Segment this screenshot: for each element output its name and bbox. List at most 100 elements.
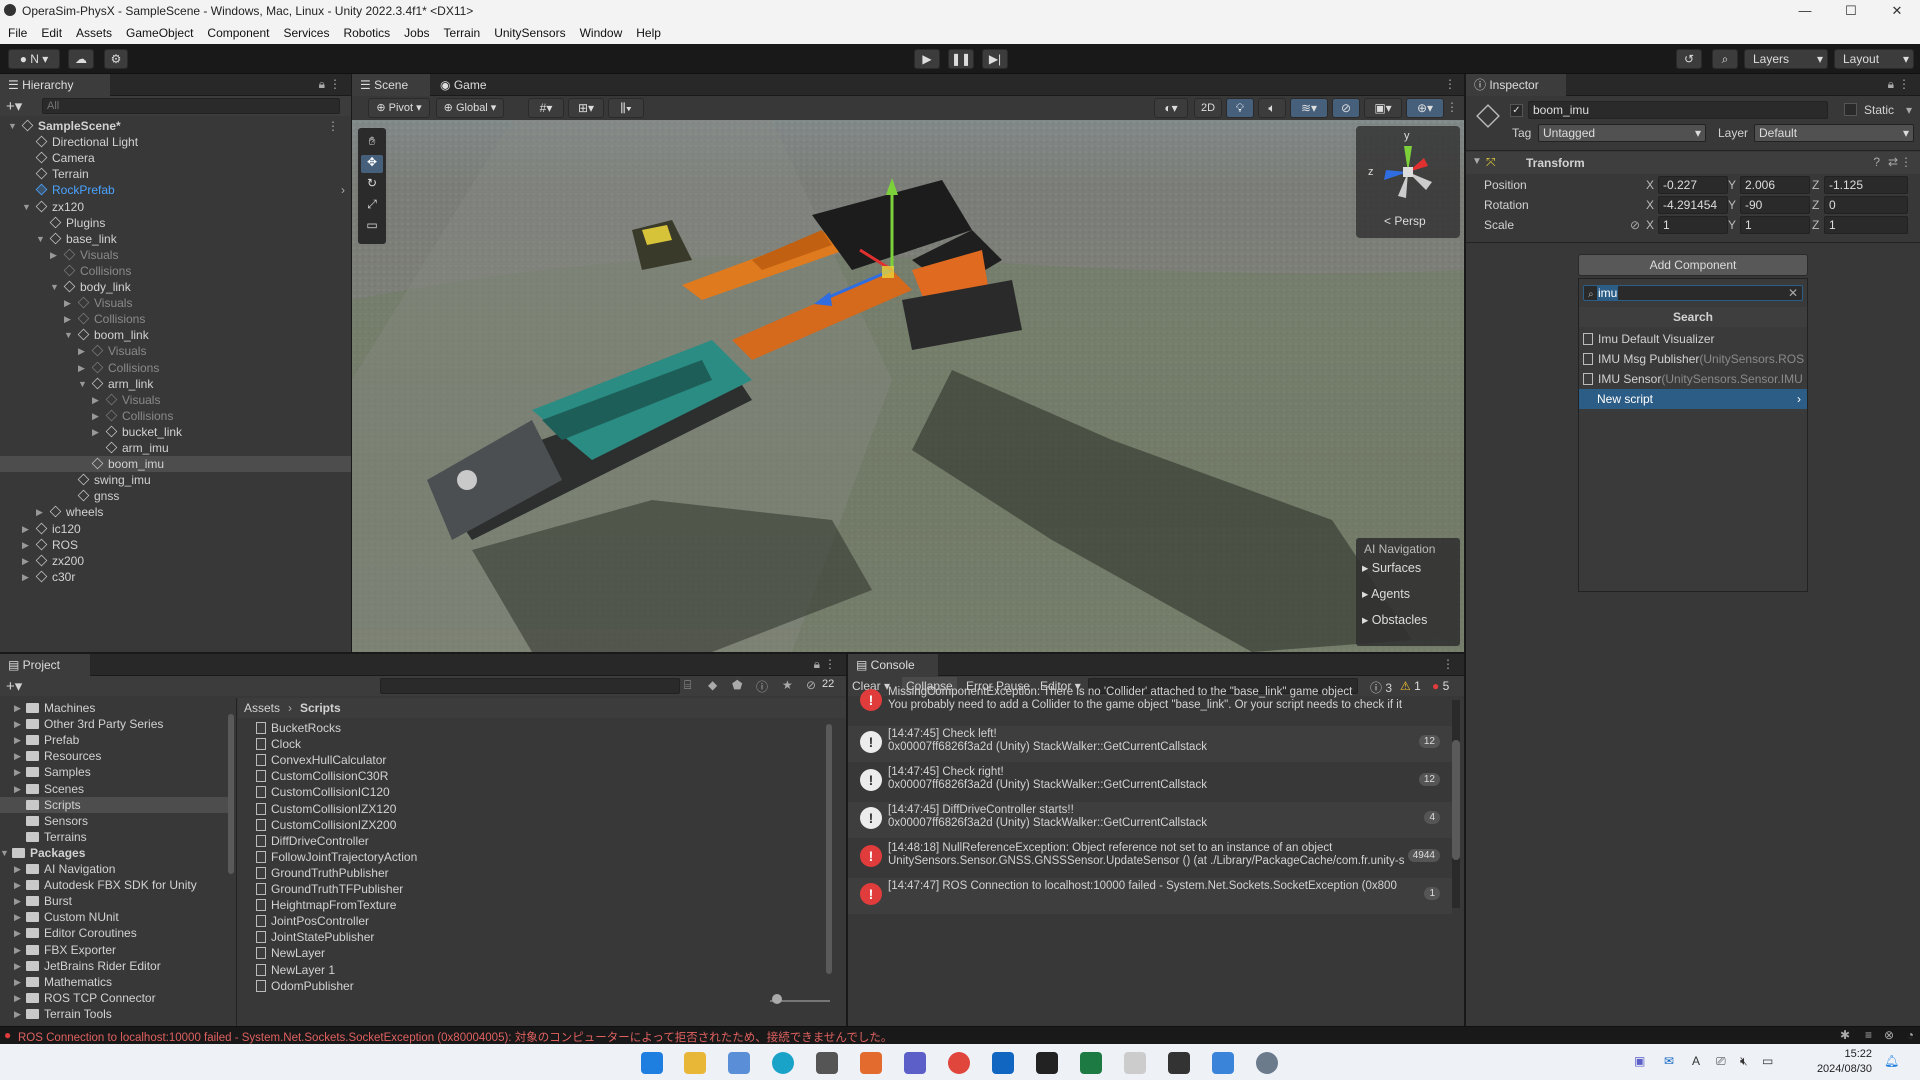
project-folder-item[interactable]: Sensors xyxy=(0,813,234,829)
hierarchy-item[interactable]: arm_imu xyxy=(0,440,351,456)
component-menu-icon[interactable]: ⋮ xyxy=(1900,155,1912,169)
folder-foldout-icon[interactable]: ▶ xyxy=(14,1006,24,1022)
transform-foldout-icon[interactable]: ▼ xyxy=(1472,156,1482,167)
foldout-arrow-icon[interactable]: ▶ xyxy=(64,295,74,311)
script-file-item[interactable]: HeightmapFromTexture xyxy=(256,897,396,913)
scene-viewport[interactable]: ✋︎ ✥ ↻ ⤢ ▭ y z < Persp AI Navigation ▸ S… xyxy=(352,120,1464,652)
folder-foldout-icon[interactable]: ▶ xyxy=(14,893,24,909)
script-file-item[interactable]: DiffDriveController xyxy=(256,833,369,849)
project-folder-item[interactable]: ▶ Resources xyxy=(0,748,234,764)
shading-mode-icon[interactable]: ◐▾ xyxy=(1154,98,1188,118)
folder-foldout-icon[interactable]: ▶ xyxy=(14,942,24,958)
transform-scale-x-field[interactable]: 1 xyxy=(1658,216,1728,234)
persp-label[interactable]: < Persp xyxy=(1384,214,1426,228)
console-log-entry[interactable]: ! [14:47:47] ROS Connection to localhost:… xyxy=(848,878,1452,914)
console-log-entry[interactable]: ! MissingComponentException: There is no … xyxy=(848,684,1452,714)
chevron-right-icon[interactable]: › xyxy=(341,182,345,198)
hierarchy-item[interactable]: Plugins xyxy=(0,215,351,231)
teams-icon[interactable] xyxy=(904,1052,926,1074)
project-folder-item[interactable]: ▶ Editor Coroutines xyxy=(0,925,234,941)
menu-services[interactable]: Services xyxy=(283,26,329,40)
hierarchy-item[interactable]: ▼ zx120 xyxy=(0,199,351,215)
view-gizmo[interactable]: y z < Persp xyxy=(1356,126,1460,238)
battery-icon[interactable]: ▭ xyxy=(1762,1054,1773,1068)
rect-tool-icon[interactable]: ▭ xyxy=(361,218,383,236)
start-icon[interactable] xyxy=(641,1052,663,1074)
folder-foldout-icon[interactable]: ▶ xyxy=(14,974,24,990)
progress-icon[interactable]: ◔ xyxy=(1907,1028,1914,1042)
project-folder-item[interactable]: Scripts xyxy=(0,796,234,813)
hierarchy-item[interactable]: ▶ Visuals xyxy=(0,247,351,263)
rotate-tool-icon[interactable]: ↻ xyxy=(361,176,383,194)
foldout-arrow-icon[interactable]: ▼ xyxy=(36,231,46,247)
2d-toggle[interactable]: 2D xyxy=(1194,98,1222,118)
menu-gameobject[interactable]: GameObject xyxy=(126,26,193,40)
hierarchy-item[interactable]: ▶ Visuals xyxy=(0,295,351,311)
hidden-packages-icon[interactable]: ⊘ xyxy=(806,678,816,692)
layers-dropdown[interactable]: Layers ▾ xyxy=(1744,49,1828,69)
foldout-arrow-icon[interactable]: ▶ xyxy=(36,504,46,520)
tab-console[interactable]: ▤ Console xyxy=(848,654,938,676)
inspector-lock-icon[interactable]: 🔒︎ xyxy=(1888,77,1894,92)
history-icon[interactable]: ↺ xyxy=(1676,49,1702,69)
tab-inspector[interactable]: ⓘ Inspector xyxy=(1466,74,1566,96)
search-by-label-icon[interactable]: ◆ xyxy=(708,678,717,692)
effects-icon[interactable]: ≋▾ xyxy=(1290,98,1328,118)
script-file-item[interactable]: JointPosController xyxy=(256,913,369,929)
ai-nav-obstacles[interactable]: ▸ Obstacles xyxy=(1362,612,1427,627)
static-checkbox[interactable] xyxy=(1844,103,1857,116)
new-script-item[interactable]: New script › xyxy=(1579,389,1807,409)
menu-robotics[interactable]: Robotics xyxy=(343,26,390,40)
snipping-icon[interactable] xyxy=(728,1052,750,1074)
project-folder-item[interactable]: ▶ Autodesk FBX SDK for Unity xyxy=(0,877,234,893)
component-search-input[interactable]: ⌕ imu ✕ xyxy=(1583,285,1803,301)
project-folder-item[interactable]: ▶ Samples xyxy=(0,764,234,780)
chrome-icon[interactable] xyxy=(948,1052,970,1074)
project-folder-item[interactable]: ▶ Scenes xyxy=(0,781,234,797)
console-log-entry[interactable]: ! [14:47:45] Check left! 0x00007ff6826f3a2… xyxy=(848,726,1452,762)
transform-position-y-field[interactable]: 2.006 xyxy=(1740,176,1810,194)
project-lock-icon[interactable]: 🔒︎ xyxy=(814,657,820,672)
folder-tree-scrollbar[interactable] xyxy=(228,714,234,874)
project-folder-item[interactable]: ▶ ROS TCP Connector xyxy=(0,990,234,1006)
folder-foldout-icon[interactable]: ▶ xyxy=(14,861,24,877)
component-result-item[interactable]: IMU Msg Publisher(UnitySensors.ROS xyxy=(1579,349,1807,369)
foldout-arrow-icon[interactable]: ▶ xyxy=(78,343,88,359)
hierarchy-item[interactable]: Collisions xyxy=(0,263,351,279)
unity-hub-icon[interactable] xyxy=(816,1052,838,1074)
project-folder-item[interactable]: ▶ JetBrains Rider Editor xyxy=(0,958,234,974)
menu-component[interactable]: Component xyxy=(207,26,269,40)
info-icon[interactable]: ⓘ xyxy=(756,678,768,695)
inspector-more-icon[interactable]: ⋮ xyxy=(1898,77,1910,91)
terminal-icon[interactable] xyxy=(1036,1052,1058,1074)
foldout-arrow-icon[interactable]: ▼ xyxy=(50,279,60,295)
transform-scale-z-field[interactable]: 1 xyxy=(1824,216,1908,234)
folder-foldout-icon[interactable]: ▶ xyxy=(14,877,24,893)
hierarchy-item[interactable]: ▶ ROS xyxy=(0,537,351,553)
maximize-button[interactable]: ☐ xyxy=(1828,0,1874,22)
align-icon[interactable]: ⫼▾ xyxy=(608,98,644,118)
global-dropdown[interactable]: ⊕ Global ▾ xyxy=(436,98,504,118)
transform-rotation-x-field[interactable]: -4.291454 xyxy=(1658,196,1728,214)
script-file-item[interactable]: CustomCollisionIZX200 xyxy=(256,817,396,833)
menu-assets[interactable]: Assets xyxy=(76,26,112,40)
tag-dropdown[interactable]: Untagged ▾ xyxy=(1538,124,1706,142)
audio-icon[interactable]: 🔈︎ xyxy=(1258,98,1286,118)
component-result-item[interactable]: IMU Sensor(UnitySensors.Sensor.IMU xyxy=(1579,369,1807,389)
folder-foldout-icon[interactable]: ▶ xyxy=(14,958,24,974)
console-log-entry[interactable]: ! [14:47:45] Check right! 0x00007ff6826f3a… xyxy=(848,764,1452,800)
photos-icon[interactable] xyxy=(1212,1052,1234,1074)
console-log-entry[interactable]: ! [14:48:18] NullReferenceException: Obje… xyxy=(848,840,1452,876)
active-checkbox[interactable]: ✓ xyxy=(1510,104,1523,117)
minimize-button[interactable]: — xyxy=(1782,0,1828,22)
search-icon[interactable]: ⌕ xyxy=(1712,49,1738,69)
project-folder-item[interactable]: ▶ Terrain Tools xyxy=(0,1006,234,1022)
icon-size-slider-handle[interactable] xyxy=(772,994,782,1004)
outlook-icon[interactable] xyxy=(992,1052,1014,1074)
favorite-icon[interactable]: ★ xyxy=(782,678,793,692)
hierarchy-item[interactable]: ▶ Collisions xyxy=(0,408,351,424)
add-object-button[interactable]: +▾ xyxy=(6,97,22,115)
file-list-scrollbar[interactable] xyxy=(826,724,832,974)
folder-foldout-icon[interactable]: ▶ xyxy=(14,716,24,732)
hierarchy-item[interactable]: ▶ Collisions xyxy=(0,360,351,376)
